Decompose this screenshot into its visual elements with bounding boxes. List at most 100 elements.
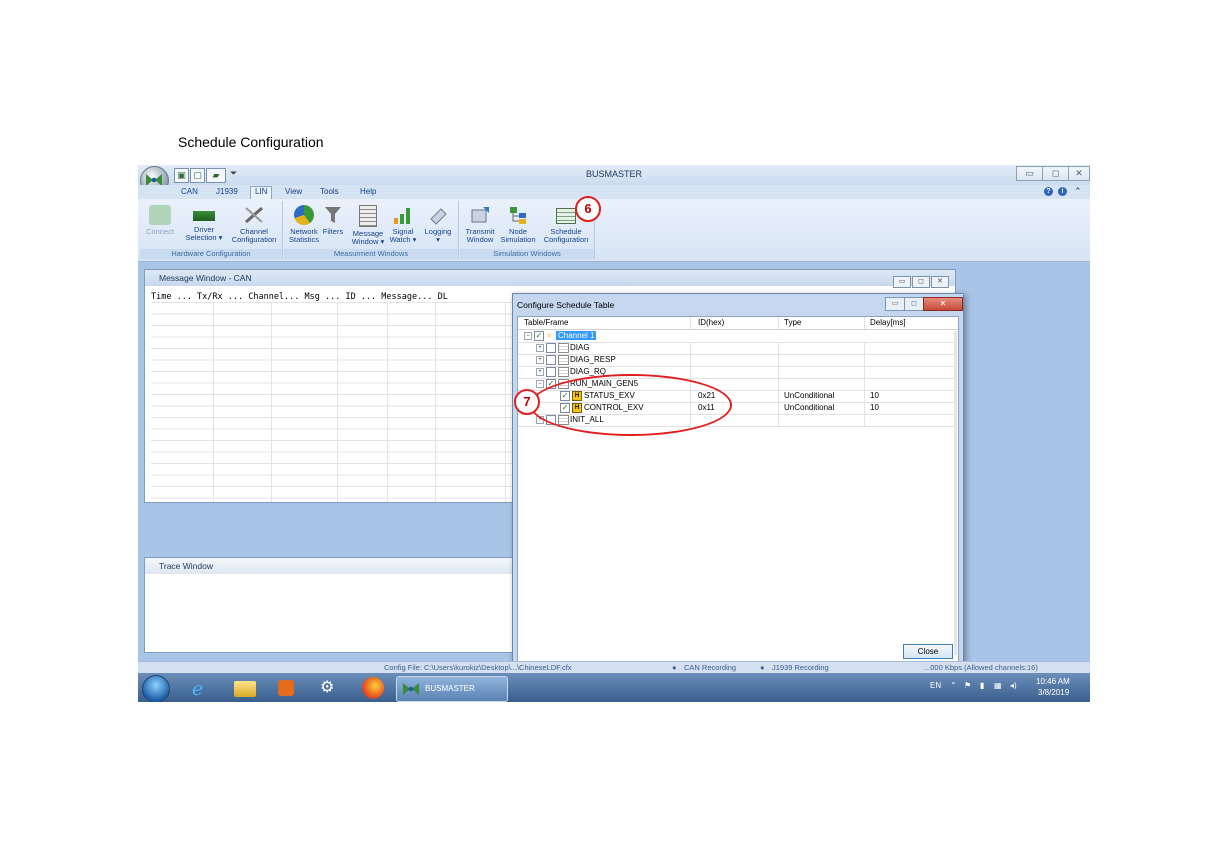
connect-label: Connect xyxy=(146,227,174,236)
tab-help[interactable]: Help xyxy=(360,187,376,196)
col-id-hex[interactable]: ID(hex) xyxy=(698,318,724,327)
usb-device-icon[interactable]: ⚙ xyxy=(320,677,342,699)
maximize-icon[interactable]: ◻ xyxy=(1042,166,1069,181)
node-tree-icon xyxy=(507,205,529,225)
frame-delay[interactable]: 10 xyxy=(870,403,879,412)
table-icon xyxy=(558,367,569,377)
language-indicator[interactable]: EN xyxy=(930,681,941,690)
grid-column-divider xyxy=(271,302,272,502)
firefox-icon[interactable] xyxy=(362,677,384,699)
save-icon[interactable]: ▣ xyxy=(174,168,189,183)
taskbar-busmaster[interactable]: BUSMASTER xyxy=(396,676,508,702)
channel-configuration-button[interactable]: Channel Configuration xyxy=(228,203,280,244)
dialog-minimize-icon[interactable]: ▭ xyxy=(885,297,905,311)
collapse-icon[interactable]: − xyxy=(536,380,544,388)
flag-icon[interactable]: ⚑ xyxy=(964,681,971,690)
tab-view[interactable]: View xyxy=(285,187,302,196)
annotation-ellipse xyxy=(530,374,732,436)
logging-button[interactable]: Logging ▾ xyxy=(420,203,456,244)
logging-icon xyxy=(427,205,449,225)
channel-icon: ♆ xyxy=(546,331,552,340)
minimize-icon[interactable]: ▭ xyxy=(1016,166,1043,181)
column-divider xyxy=(778,366,779,378)
signal-watch-button[interactable]: Signal Watch ▾ xyxy=(386,203,420,244)
network-icon[interactable]: ▦ xyxy=(994,681,1002,690)
tab-tools[interactable]: Tools xyxy=(320,187,339,196)
tab-lin[interactable]: LIN xyxy=(250,186,273,200)
internet-explorer-icon[interactable]: e xyxy=(188,677,210,700)
col-table-frame[interactable]: Table/Frame xyxy=(524,318,568,327)
clock-time[interactable]: 10:46 AM xyxy=(1036,677,1070,686)
scrollbar[interactable] xyxy=(954,331,957,655)
checkbox-unchecked[interactable] xyxy=(546,343,556,353)
statistics-label: Statistics xyxy=(288,235,319,244)
message-window-title: Message Window - CAN ▭ ◻ ✕ xyxy=(145,270,955,288)
battery-icon[interactable]: ▮ xyxy=(980,681,984,690)
close-button[interactable]: Close xyxy=(903,644,953,659)
transmit-icon xyxy=(469,205,491,225)
help-icon[interactable]: ? xyxy=(1044,187,1053,196)
filter-icon xyxy=(322,205,344,225)
volume-icon[interactable]: ◂) xyxy=(1010,681,1017,690)
checkbox-unchecked[interactable] xyxy=(546,367,556,377)
column-divider xyxy=(778,342,779,354)
clock-date[interactable]: 3/8/2019 xyxy=(1038,688,1069,697)
file-explorer-icon[interactable] xyxy=(234,681,256,697)
message-window-button[interactable]: Message Window ▾ xyxy=(348,203,388,246)
open-icon[interactable]: ▰ xyxy=(206,168,226,183)
column-divider xyxy=(864,402,865,414)
close-icon[interactable]: ✕ xyxy=(931,276,949,288)
taskbar-busmaster-label: BUSMASTER xyxy=(425,684,475,693)
column-divider xyxy=(864,342,865,354)
checkbox-checked[interactable]: ✓ xyxy=(534,331,544,341)
group-label: Simulation Windows xyxy=(460,249,594,259)
title-bar: BUSMASTER ▣ ▢ ▰ ⏷ ▭ ◻ ✕ xyxy=(138,165,1090,186)
busmaster-logo-icon xyxy=(403,683,419,695)
grid-column-divider xyxy=(505,302,506,502)
column-divider xyxy=(778,390,779,402)
new-icon[interactable]: ▢ xyxy=(190,168,205,183)
grid-column-divider xyxy=(387,302,388,502)
node-simulation-button[interactable]: Node Simulation xyxy=(498,203,538,244)
group-measurement-windows: Network Statistics Filters Message Windo… xyxy=(284,201,459,259)
tab-j1939[interactable]: J1939 xyxy=(216,187,238,196)
trace-window-title-text: Trace Window xyxy=(159,561,214,571)
app-title: BUSMASTER xyxy=(585,169,642,179)
minimize-icon[interactable]: ▭ xyxy=(893,276,911,288)
collapse-icon[interactable]: − xyxy=(524,332,532,340)
transmit-window-button[interactable]: Transmit Window xyxy=(460,203,500,244)
column-divider xyxy=(690,317,691,329)
quick-access-dropdown-icon[interactable]: ⏷ xyxy=(230,168,237,179)
tab-can[interactable]: CAN xyxy=(181,187,198,196)
col-type[interactable]: Type xyxy=(784,318,801,327)
message-grid-header: Time ... Tx/Rx ... Channel... Msg ... ID… xyxy=(151,292,448,302)
filters-button[interactable]: Filters xyxy=(320,203,346,236)
column-divider xyxy=(690,366,691,378)
grid-column-divider xyxy=(213,302,214,502)
connect-button[interactable]: Connect xyxy=(140,203,180,236)
network-statistics-button[interactable]: Network Statistics xyxy=(284,203,324,244)
tray-expand-icon[interactable]: ⌃ xyxy=(950,681,957,690)
checkbox-unchecked[interactable] xyxy=(546,355,556,365)
maximize-icon[interactable]: ◻ xyxy=(912,276,930,288)
expand-icon[interactable]: + xyxy=(536,344,544,352)
frame-delay[interactable]: 10 xyxy=(870,391,879,400)
driver-selection-button[interactable]: Driver Selection ▾ xyxy=(184,203,224,242)
annotation-badge: 6 xyxy=(575,196,601,222)
start-button[interactable] xyxy=(142,675,170,702)
ribbon-tabs: CAN J1939 LIN View Tools Help ? i ⌃ xyxy=(138,185,1090,200)
expand-icon[interactable]: + xyxy=(536,368,544,376)
dialog-close-icon[interactable]: ✕ xyxy=(923,297,963,311)
ribbon-collapse-icon[interactable]: ⌃ xyxy=(1074,186,1082,197)
media-player-icon[interactable] xyxy=(278,680,294,696)
column-divider xyxy=(778,414,779,426)
expand-icon[interactable]: + xyxy=(536,356,544,364)
window-label: Window ▾ xyxy=(351,237,385,246)
info-icon[interactable]: i xyxy=(1058,187,1067,196)
col-delay[interactable]: Delay[ms] xyxy=(870,318,906,327)
window-label: Window xyxy=(466,235,494,244)
svg-text:e: e xyxy=(192,678,203,699)
close-icon[interactable]: ✕ xyxy=(1068,166,1090,181)
dialog-maximize-icon[interactable]: ◻ xyxy=(904,297,924,311)
schedule-tree-table: Table/Frame ID(hex) Type Delay[ms] − ✓ ♆… xyxy=(517,316,959,663)
